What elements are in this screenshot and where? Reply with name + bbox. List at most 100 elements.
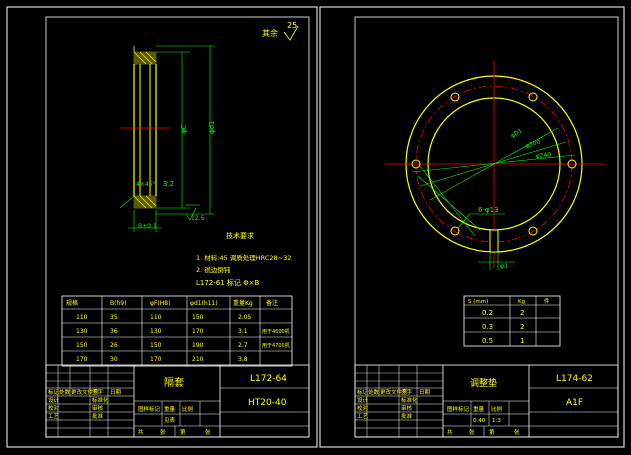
label-stage: 图样标记 bbox=[138, 405, 161, 413]
table-cell: 110 bbox=[150, 314, 162, 321]
table-cell: 26 bbox=[110, 342, 118, 349]
dim-chamfer: 4×45° bbox=[136, 181, 155, 188]
bolt-hole bbox=[528, 92, 538, 102]
label-process: 工艺 bbox=[48, 413, 60, 420]
label-page: 第 bbox=[180, 428, 186, 436]
right-sheet[interactable]: φD1 φ200 φ240 6-φ13 φ3 S (mm) Kg 件 0.2 2… bbox=[319, 6, 625, 448]
label-std: 标准化 bbox=[92, 396, 109, 404]
table-cell: 0.2 bbox=[482, 309, 493, 317]
label-review: 审核 bbox=[92, 404, 104, 412]
left-drawing-no: L172-64 bbox=[250, 374, 287, 384]
label-review: 审核 bbox=[401, 404, 413, 412]
label-page-of: 张 bbox=[205, 428, 211, 436]
label-design: 设计 bbox=[357, 396, 369, 404]
table-cell: 用于4600机 bbox=[262, 328, 290, 335]
table-cell: 2 bbox=[520, 309, 524, 317]
label-design: 设计 bbox=[48, 396, 60, 404]
roughness-note: 其余 bbox=[262, 28, 278, 38]
cad-drawing-canvas[interactable]: 其余 25 φC φd1 3.2 4×45° 12.5 B±0.1 技术要求 1… bbox=[0, 0, 631, 455]
label-sign: 签字 bbox=[92, 388, 104, 396]
dim-phi-d1: φD1 bbox=[510, 127, 524, 139]
table-cell: 170 bbox=[192, 328, 204, 335]
label-process: 工艺 bbox=[357, 413, 369, 420]
tech-title: 技术要求 bbox=[226, 231, 254, 240]
table-cell: 3.1 bbox=[238, 328, 248, 335]
bolt-hole bbox=[450, 226, 460, 236]
label-approve: 批准 bbox=[92, 412, 104, 420]
table-cell: 30 bbox=[110, 356, 118, 363]
table-header: S (mm) bbox=[468, 299, 488, 305]
hatch-bottom bbox=[133, 195, 157, 209]
dim-phi-240: φ240 bbox=[535, 151, 551, 160]
notch bbox=[489, 229, 499, 253]
bolt-hole bbox=[450, 92, 460, 102]
label-count: 处数 bbox=[59, 388, 71, 396]
table-cell: 130 bbox=[76, 328, 88, 335]
left-title-block[interactable]: 标记 处数 更改文件号 签字 日期 设计 标准化 校对 审核 工艺 批准 隔套 … bbox=[45, 364, 310, 438]
label-scale: 比例 bbox=[491, 405, 503, 413]
label-sign: 签字 bbox=[401, 388, 413, 396]
dim-phi-d1: φd1 bbox=[208, 120, 216, 134]
table-cell: 130 bbox=[150, 328, 162, 335]
label-mark: 标记 bbox=[357, 388, 369, 396]
table-cell: 110 bbox=[76, 314, 88, 321]
right-material: A1F bbox=[566, 398, 583, 408]
table-header: 重量Kg bbox=[233, 299, 253, 307]
table-cell: 170 bbox=[76, 356, 88, 363]
table-cell: 1 bbox=[520, 337, 524, 345]
right-title-block[interactable]: 标记 处数 更改文件号 签字 日期 设计 标准化 校对 审核 工艺 批准 调整垫… bbox=[354, 364, 619, 438]
tech-line-2: 2. 锐边倒钝 bbox=[196, 265, 231, 274]
dim-phi-c: φC bbox=[180, 124, 188, 134]
spec-table[interactable]: 规格 B(h9) φF(H8) φd1(h11) 重量Kg 备注 110 35 … bbox=[61, 295, 293, 367]
table-cell: 150 bbox=[192, 314, 204, 321]
hatch-top bbox=[133, 51, 157, 65]
table-cell: 150 bbox=[150, 342, 162, 349]
left-material: HT20-40 bbox=[248, 398, 287, 408]
roughness-value: 25 bbox=[287, 21, 297, 30]
label-note: 见表 bbox=[164, 416, 176, 424]
table-header: Kg bbox=[518, 299, 525, 305]
label-date: 日期 bbox=[419, 389, 431, 396]
right-scale: 1:3 bbox=[492, 418, 501, 424]
table-cell: 150 bbox=[76, 342, 88, 349]
thickness-table[interactable]: S (mm) Kg 件 0.2 2 0.3 2 0.5 1 bbox=[463, 295, 561, 347]
label-page: 第 bbox=[489, 428, 495, 436]
label-stage: 图样标记 bbox=[447, 405, 470, 413]
holes-callout: 6-φ13 bbox=[478, 206, 499, 214]
right-title-name: 调整垫 bbox=[470, 377, 497, 389]
table-cell: 用于4700机 bbox=[262, 342, 290, 349]
left-sheet[interactable]: 其余 25 φC φd1 3.2 4×45° 12.5 B±0.1 技术要求 1… bbox=[6, 6, 318, 448]
label-sheet: 共 bbox=[447, 428, 453, 436]
ring-plan-view[interactable]: φD1 φ200 φ240 6-φ13 φ3 bbox=[385, 60, 605, 270]
table-cell: 2.05 bbox=[238, 314, 252, 321]
table-header: 规格 bbox=[66, 299, 78, 307]
label-sheet: 共 bbox=[138, 428, 144, 436]
table-cell: 3.8 bbox=[238, 356, 248, 363]
dim-notch: φ3 bbox=[500, 263, 508, 270]
table-cell: 35 bbox=[110, 314, 118, 321]
table-cell: 170 bbox=[150, 356, 162, 363]
table-cell: 190 bbox=[192, 342, 204, 349]
label-mark: 标记 bbox=[48, 388, 60, 396]
dim-12-5: 12.5 bbox=[191, 215, 205, 222]
table-cell: 210 bbox=[192, 356, 204, 363]
label-check: 校对 bbox=[48, 404, 60, 412]
table-header: B(h9) bbox=[110, 300, 126, 307]
table-cell: 0.3 bbox=[482, 323, 493, 331]
table-header: φF(H8) bbox=[150, 300, 170, 307]
label-sheet-of: 张 bbox=[469, 428, 475, 436]
dim-3-2: 3.2 bbox=[163, 180, 174, 188]
table-cell: 2 bbox=[520, 323, 524, 331]
label-weight: 重量 bbox=[164, 405, 176, 413]
tech-line-1: 1. 材料:45 调质处理HRC28~32 bbox=[196, 253, 291, 262]
label-approve: 批准 bbox=[401, 412, 413, 420]
label-scale: 比例 bbox=[182, 405, 194, 413]
dim-phi-200: φ200 bbox=[525, 139, 542, 150]
table-header: φd1(h11) bbox=[190, 300, 218, 307]
table-cell: 36 bbox=[110, 328, 118, 335]
label-check: 校对 bbox=[357, 404, 369, 412]
label-page-of: 张 bbox=[514, 428, 520, 436]
table-cell: 2.7 bbox=[238, 342, 248, 349]
label-count: 处数 bbox=[368, 388, 380, 396]
label-weight: 重量 bbox=[473, 405, 485, 413]
